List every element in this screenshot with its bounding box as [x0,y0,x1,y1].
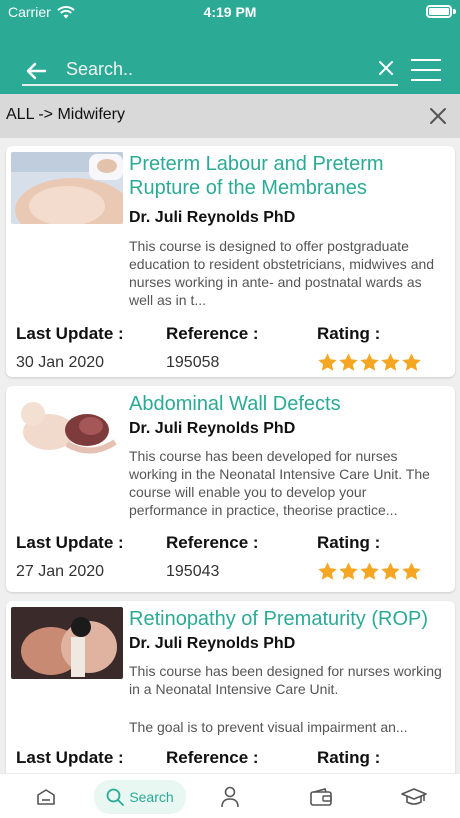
course-list: Preterm Labour and Preterm Rupture of th… [0,140,460,773]
reference-label: Reference : [166,324,259,343]
tab-bar: Search [0,773,460,818]
star-icon [360,353,379,371]
tab-search-label: Search [129,789,174,805]
reference-label: Reference : [166,533,259,552]
reference-value: 195043 [166,563,220,580]
star-icon [381,353,400,371]
rating-label: Rating : [317,324,381,343]
course-author: Dr. Juli Reynolds PhD [129,209,296,226]
rating-label: Rating : [317,533,381,552]
course-title[interactable]: Retinopathy of Prematurity (ROP) [129,607,449,631]
search-bar [22,52,398,86]
rating-label: Rating : [317,748,381,767]
tab-search[interactable]: Search [94,780,186,814]
course-description: This course has been designed for nurses… [129,663,442,697]
menu-icon[interactable] [411,59,441,81]
course-card[interactable]: Retinopathy of Prematurity (ROP) Dr. Jul… [6,601,455,773]
course-thumbnail [11,607,123,679]
clear-search-icon[interactable] [376,58,396,78]
star-icon [381,562,400,580]
tab-profile[interactable] [214,780,246,814]
course-description: This course has been developed for nurse… [129,448,430,518]
tab-home[interactable] [30,780,62,814]
search-icon [106,788,125,806]
graduation-cap-icon [401,788,427,805]
star-icon [339,562,358,580]
last-update-label: Last Update : [16,533,124,552]
star-icon [402,562,421,580]
star-icon [339,353,358,371]
course-thumbnail [11,152,123,224]
wallet-icon [310,788,332,806]
reference-label: Reference : [166,748,259,767]
tab-wallet[interactable] [304,780,338,814]
tab-courses[interactable] [396,780,432,814]
course-title[interactable]: Preterm Labour and Preterm Rupture of th… [129,152,449,200]
last-update-value: 27 Jan 2020 [16,563,105,580]
star-icon [402,353,421,371]
rating-stars [317,352,422,373]
course-description-continued: The goal is to prevent visual impairment… [129,719,408,735]
course-author: Dr. Juli Reynolds PhD [129,420,296,437]
course-card[interactable]: Abdominal Wall Defects Dr. Juli Reynolds… [6,386,455,592]
course-author: Dr. Juli Reynolds PhD [129,635,296,652]
reference-value: 195058 [166,354,220,371]
breadcrumb-text: ALL -> Midwifery [6,106,125,123]
search-input[interactable] [66,56,366,82]
rating-stars [317,561,422,582]
star-icon [318,562,337,580]
last-update-label: Last Update : [16,324,124,343]
course-card[interactable]: Preterm Labour and Preterm Rupture of th… [6,146,455,377]
course-thumbnail [11,392,123,464]
course-title[interactable]: Abdominal Wall Defects [129,392,449,416]
last-update-label: Last Update : [16,748,124,767]
header [0,24,460,94]
home-icon [37,789,55,805]
star-icon [318,353,337,371]
course-description: This course is designed to offer postgra… [129,238,435,308]
status-bar: Carrier 4:19 PM [0,0,460,24]
close-filter-icon[interactable] [428,106,448,126]
clock: 4:19 PM [203,4,257,20]
battery-icon [426,5,452,18]
profile-icon [221,786,239,808]
star-icon [360,562,379,580]
filter-breadcrumb: ALL -> Midwifery [0,94,460,138]
last-update-value: 30 Jan 2020 [16,354,105,371]
